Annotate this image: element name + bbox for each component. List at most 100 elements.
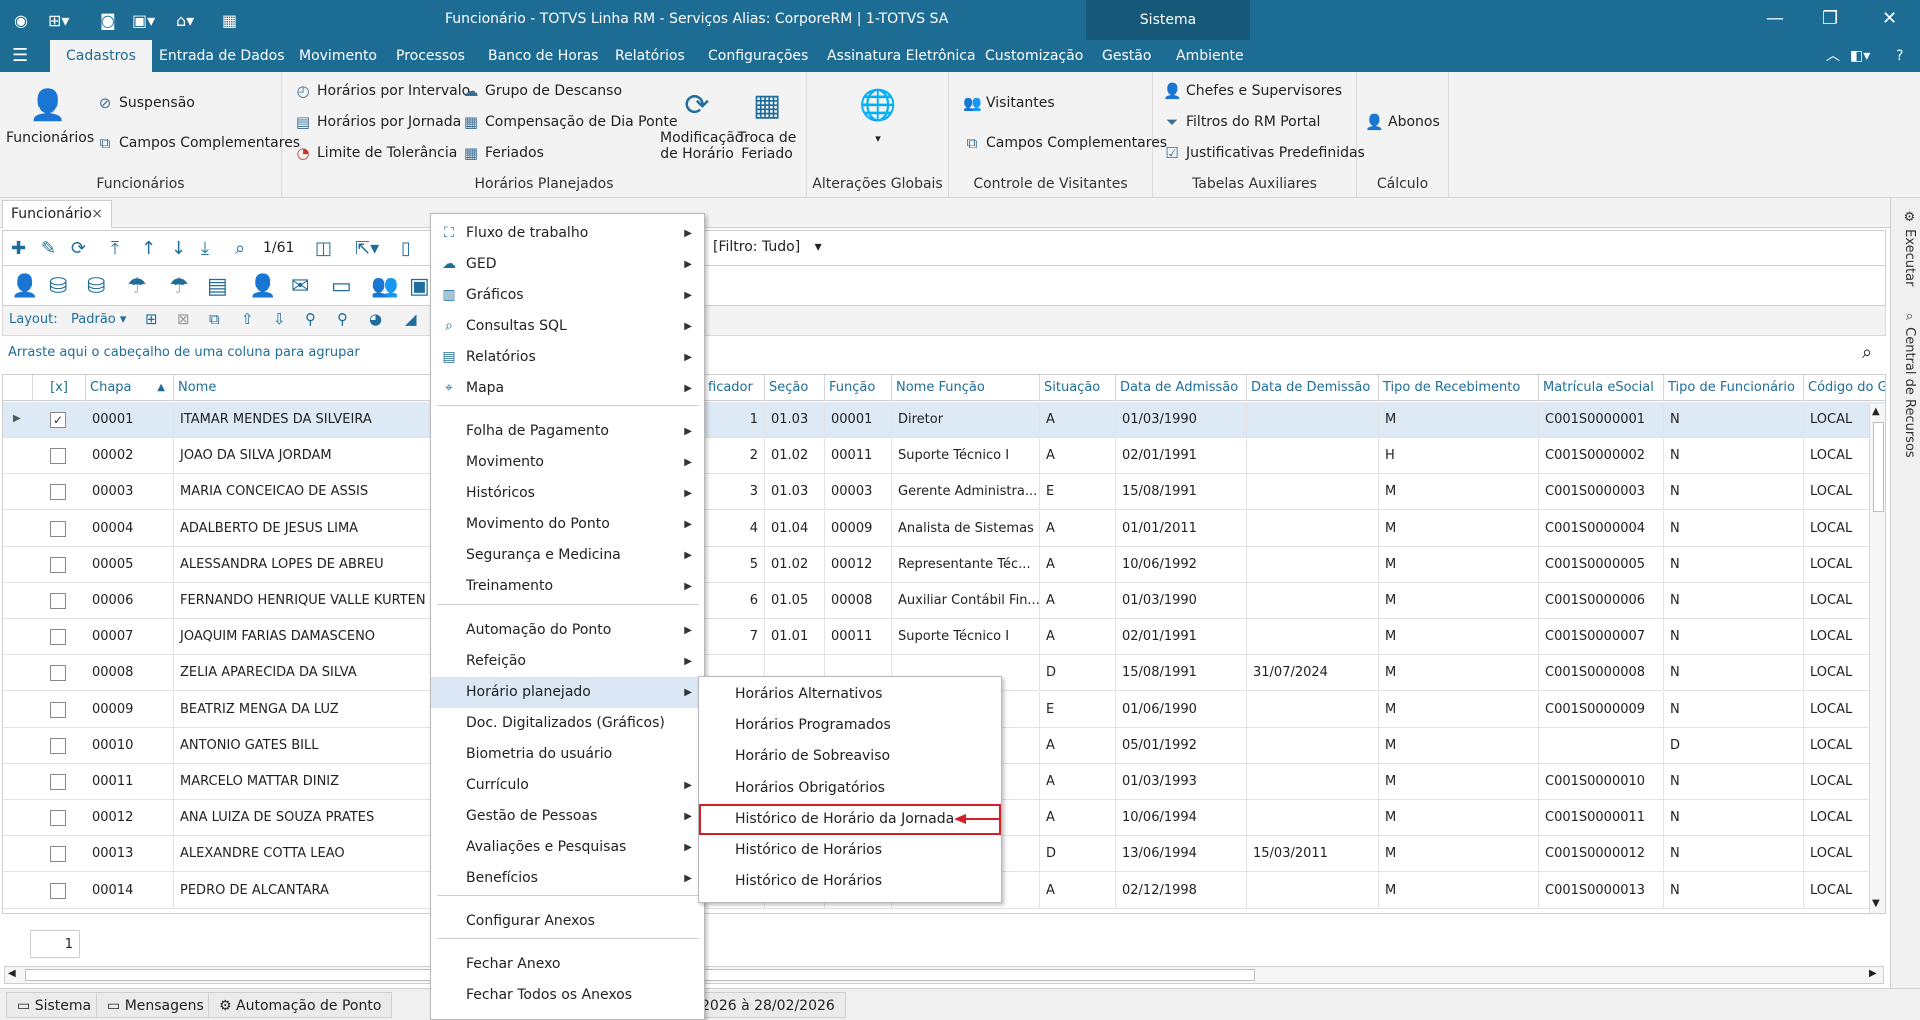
context-item-curr-culo[interactable]: Currículo ▶ [431,770,704,801]
add-icon[interactable]: ✚ [11,238,26,259]
menu-configuracoes[interactable]: Configurações [708,40,808,72]
submenu-item-2[interactable]: Horário de Sobreaviso [699,741,1001,772]
status-mensagens[interactable]: ▭ Mensagens [96,992,215,1018]
home-icon[interactable]: ⌂▾ [176,11,194,30]
context-item-consultas-sql[interactable]: ⌕ Consultas SQL ▶ [431,311,704,342]
filtros-button[interactable]: ⏷ Filtros do RM Portal [1163,113,1320,131]
layout-select[interactable]: Padrão ▾ [71,312,126,327]
header-demissao[interactable]: Data de Demissão [1247,375,1379,401]
submenu-item-1[interactable]: Horários Programados [699,710,1001,741]
status-automacao[interactable]: ⚙ Automação de Ponto [208,992,393,1018]
table-row[interactable]: 00005 ALESSANDRA LOPES DE ABREU 5 01.02 0001… [3,546,1885,583]
header-recebimento[interactable]: Tipo de Recebimento [1379,375,1539,401]
edit-icon[interactable]: ✎ [41,238,56,259]
color-icon[interactable]: ◕ [369,310,382,328]
troca-feriado-button[interactable]: ▦ Troca de Feriado [734,86,800,162]
export-icon[interactable]: ⇱▾ [355,238,379,259]
add-box-icon[interactable]: ⊞ [145,310,158,328]
row-checkbox[interactable] [50,810,66,827]
person-delete-icon[interactable]: 👤 [249,274,276,299]
scroll-right-icon[interactable]: ▶ [1869,968,1877,979]
limite-tolerancia-button[interactable]: ◔ Limite de Tolerância [294,144,457,162]
modificacao-horario-button[interactable]: ⟳ Modificação de Horário [660,86,743,162]
context-item-fluxo-de-trabalho[interactable]: ⛶ Fluxo de trabalho ▶ [431,218,704,249]
row-checkbox[interactable] [50,846,66,863]
suspensao-button[interactable]: ⊘ Suspensão [96,94,195,112]
toolbar-apps-icon[interactable]: ⊞▾ [48,11,69,30]
row-checkbox[interactable] [50,737,66,754]
close-icon[interactable]: ✕ [1882,8,1897,29]
context-item-hist-ricos[interactable]: Históricos ▶ [431,478,704,509]
chefes-button[interactable]: 👤 Chefes e Supervisores [1163,82,1342,100]
row-checkbox[interactable] [50,448,66,465]
umbrella-off-icon[interactable]: ☂ [169,274,189,299]
header-chapa[interactable]: Chapa ▲ [86,375,174,401]
layout-icon[interactable]: ◧▾ [1850,40,1870,72]
menu-customizacao[interactable]: Customização [985,40,1083,72]
menu-ambiente[interactable]: Ambiente [1176,40,1244,72]
context-item-treinamento[interactable]: Treinamento ▶ [431,571,704,602]
context-item-gr-ficos[interactable]: ▥ Gráficos ▶ [431,280,704,311]
feriados-button[interactable]: ▦ Feriados [462,144,544,162]
visitantes-campos-button[interactable]: ⧉ Campos Complementares [963,134,1167,152]
horizontal-scrollbar[interactable]: ◀ ▶ [4,966,1884,984]
menu-gestao[interactable]: Gestão [1102,40,1151,72]
context-item-movimento-do-ponto[interactable]: Movimento do Ponto ▶ [431,509,704,540]
pin-icon[interactable]: ⚲ [305,310,316,328]
context-item-biometria-do-usu-rio[interactable]: Biometria do usuário [431,739,704,770]
save-layout-icon[interactable]: ⧉ [209,310,220,328]
prev-icon[interactable]: ↑ [141,238,156,259]
upload-icon[interactable]: ⇧ [241,310,254,328]
funcionarios-button[interactable]: 👤 Funcionários [6,86,94,146]
context-item-doc-digitalizados-gr-ficos-[interactable]: Doc. Digitalizados (Gráficos) [431,708,704,739]
row-checkbox[interactable] [50,556,66,573]
view-icon[interactable]: ◙ [100,11,116,30]
context-item-relat-rios[interactable]: ▤ Relatórios ▶ [431,342,704,373]
status-sistema[interactable]: ▭ Sistema [6,992,103,1018]
chart-icon[interactable]: ◢ [405,310,417,328]
last-icon[interactable]: ⤓ [201,238,209,259]
table-row[interactable]: ▶ ✓ 00001 ITAMAR MENDES DA SILVEIRA 1 01.03 00… [3,402,1885,438]
campos-complementares-button[interactable]: ⧉ Campos Complementares [96,134,300,152]
table-row[interactable]: 00006 FERNANDO HENRIQUE VALLE KURTEN 6 01.0… [3,583,1885,619]
header-check[interactable]: [x] [33,375,86,401]
header-nome-funcao[interactable]: Nome Função [892,375,1040,401]
table-row[interactable]: 00004 ADALBERTO DE JESUS LIMA 4 01.04 00009 A… [3,510,1885,547]
context-item-seguran-a-e-medicina[interactable]: Segurança e Medicina ▶ [431,540,704,571]
submenu-item-6[interactable]: Histórico de Horários [699,866,1001,897]
vertical-scroll-thumb[interactable] [1873,422,1884,512]
submenu-item-3[interactable]: Horários Obrigatórios [699,773,1001,804]
system-tab[interactable]: Sistema [1086,0,1250,40]
menu-assinatura-eletronica[interactable]: Assinatura Eletrônica [827,40,976,72]
scroll-up-icon[interactable]: ▲ [1872,406,1880,417]
person-remove-icon[interactable]: 👤 [11,274,38,299]
grupo-descanso-button[interactable]: ☁ Grupo de Descanso [462,82,623,100]
calc-icon[interactable]: ▦ [222,11,237,30]
context-item-mapa[interactable]: ⌖ Mapa ▶ [431,373,704,404]
mail-icon[interactable]: ✉ [291,274,309,299]
screen-icon[interactable]: ▣ [409,274,430,299]
menu-entrada-de-dados[interactable]: Entrada de Dados [159,40,285,72]
next-icon[interactable]: ↓ [171,238,186,259]
row-checkbox[interactable] [50,593,66,609]
database-icon[interactable]: ⛁ [49,274,67,299]
header-esocial[interactable]: Matrícula eSocial [1539,375,1664,401]
filter-select[interactable]: [Filtro: Tudo] ▾ [713,239,822,255]
first-icon[interactable]: ⤒ [111,238,119,259]
alteracoes-globais-button[interactable]: 🌐 ▾ [853,86,903,147]
row-checkbox[interactable]: ✓ [50,412,66,428]
header-secao[interactable]: Seção [765,375,825,401]
menu-banco-de-horas[interactable]: Banco de Horas [488,40,598,72]
header-identificador[interactable]: ficador [704,375,765,401]
context-item-movimento[interactable]: Movimento ▶ [431,447,704,478]
row-checkbox[interactable] [50,665,66,682]
executar-tab[interactable]: ⚙ Executar [1895,210,1917,290]
horarios-intervalo-button[interactable]: ◴ Horários por Intervalo [294,82,470,100]
context-item-folha-de-pagamento[interactable]: Folha de Pagamento ▶ [431,416,704,447]
context-item-refei-o[interactable]: Refeição ▶ [431,646,704,677]
central-recursos-tab[interactable]: ⌕ Central de Recursos [1895,310,1917,460]
document-check-icon[interactable]: ▤ [207,274,228,299]
document-icon[interactable]: ▯ [401,238,411,259]
delete-box-icon[interactable]: ⊠ [177,310,190,328]
refresh-icon[interactable]: ⟳ [71,238,86,259]
